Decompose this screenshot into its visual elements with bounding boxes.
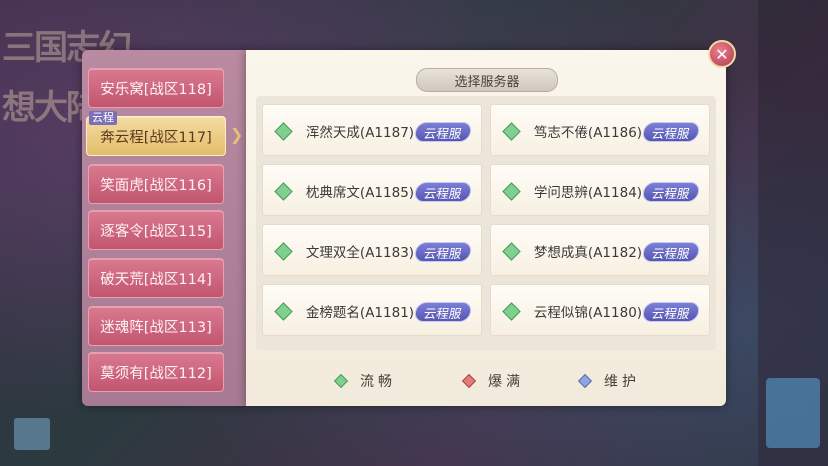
server-tag: 云程服 bbox=[413, 182, 473, 202]
server-card[interactable]: 文理双全(A1183) 云程服 bbox=[262, 224, 482, 276]
zone-tab-label: 莫须有[战区112] bbox=[100, 365, 212, 382]
legend-smooth: 流畅 bbox=[333, 368, 396, 394]
zone-tab-116[interactable]: 笑面虎[战区116] bbox=[88, 164, 224, 204]
status-smooth-icon bbox=[502, 302, 521, 321]
legend-label: 维护 bbox=[604, 374, 640, 390]
zone-tab-118[interactable]: 安乐窝[战区118] bbox=[88, 68, 224, 108]
server-card[interactable]: 浑然天成(A1187) 云程服 bbox=[262, 104, 482, 156]
server-card[interactable]: 金榜题名(A1181) 云程服 bbox=[262, 284, 482, 336]
server-tag: 云程服 bbox=[413, 122, 473, 142]
status-smooth-icon bbox=[502, 242, 521, 261]
server-name: 梦想成真(A1182) bbox=[533, 245, 643, 261]
server-name: 浑然天成(A1187) bbox=[305, 125, 415, 141]
server-panel: 选择服务器 浑然天成(A1187) 云程服 笃志不倦(A1186) 云程服 枕典… bbox=[246, 50, 726, 406]
zone-tab-113[interactable]: 迷魂阵[战区113] bbox=[88, 306, 224, 346]
status-legend: 流畅 爆满 维护 bbox=[246, 368, 726, 394]
status-maintenance-icon bbox=[577, 373, 593, 389]
server-tag: 云程服 bbox=[641, 122, 701, 142]
status-smooth-icon bbox=[274, 242, 293, 261]
status-smooth-icon bbox=[502, 182, 521, 201]
zone-tab-117[interactable]: 云程 奔云程[战区117] bbox=[86, 111, 226, 156]
cloud-badge: 云程 bbox=[89, 111, 117, 125]
server-name: 文理双全(A1183) bbox=[305, 245, 415, 261]
legend-label: 流畅 bbox=[360, 374, 396, 390]
status-smooth-icon bbox=[502, 122, 521, 141]
zone-tab-114[interactable]: 破天荒[战区114] bbox=[88, 258, 224, 298]
server-tag: 云程服 bbox=[641, 182, 701, 202]
zone-tab-label: 安乐窝[战区118] bbox=[100, 81, 212, 98]
zone-tab-label: 奔云程[战区117] bbox=[100, 129, 212, 146]
zone-tab-label: 笑面虎[战区116] bbox=[100, 177, 212, 194]
server-name: 金榜题名(A1181) bbox=[305, 305, 415, 321]
status-smooth-icon bbox=[274, 182, 293, 201]
status-smooth-icon bbox=[274, 122, 293, 141]
legend-label: 爆满 bbox=[488, 374, 524, 390]
server-card[interactable]: 学问思辨(A1184) 云程服 bbox=[490, 164, 710, 216]
server-grid: 浑然天成(A1187) 云程服 笃志不倦(A1186) 云程服 枕典席文(A11… bbox=[256, 96, 716, 350]
server-tag: 云程服 bbox=[641, 242, 701, 262]
status-full-icon bbox=[461, 373, 477, 389]
legend-full: 爆满 bbox=[461, 368, 524, 394]
server-card[interactable]: 笃志不倦(A1186) 云程服 bbox=[490, 104, 710, 156]
corner-thumbnail bbox=[14, 418, 50, 450]
close-icon: ✕ bbox=[715, 44, 729, 64]
zone-list: 安乐窝[战区118] 云程 奔云程[战区117] 笑面虎[战区116] 逐客令[… bbox=[82, 50, 248, 406]
server-tag: 云程服 bbox=[641, 302, 701, 322]
server-name: 学问思辨(A1184) bbox=[533, 185, 643, 201]
server-tag: 云程服 bbox=[413, 242, 473, 262]
zone-tab-label: 破天荒[战区114] bbox=[100, 271, 212, 288]
zone-tab-115[interactable]: 逐客令[战区115] bbox=[88, 210, 224, 250]
server-name: 枕典席文(A1185) bbox=[305, 185, 415, 201]
side-thumbnail bbox=[766, 378, 820, 448]
status-smooth-icon bbox=[333, 373, 349, 389]
server-card[interactable]: 云程似锦(A1180) 云程服 bbox=[490, 284, 710, 336]
server-card[interactable]: 梦想成真(A1182) 云程服 bbox=[490, 224, 710, 276]
server-card[interactable]: 枕典席文(A1185) 云程服 bbox=[262, 164, 482, 216]
close-button[interactable]: ✕ bbox=[708, 40, 736, 68]
server-tag: 云程服 bbox=[413, 302, 473, 322]
zone-tab-label: 迷魂阵[战区113] bbox=[100, 319, 212, 336]
status-smooth-icon bbox=[274, 302, 293, 321]
zone-tab-label: 逐客令[战区115] bbox=[100, 223, 212, 240]
server-name: 笃志不倦(A1186) bbox=[533, 125, 643, 141]
chevron-right-icon: ❯ bbox=[230, 125, 244, 144]
legend-maintenance: 维护 bbox=[577, 368, 640, 394]
server-name: 云程似锦(A1180) bbox=[533, 305, 643, 321]
zone-tab-112[interactable]: 莫须有[战区112] bbox=[88, 352, 224, 392]
panel-title: 选择服务器 bbox=[416, 68, 558, 92]
